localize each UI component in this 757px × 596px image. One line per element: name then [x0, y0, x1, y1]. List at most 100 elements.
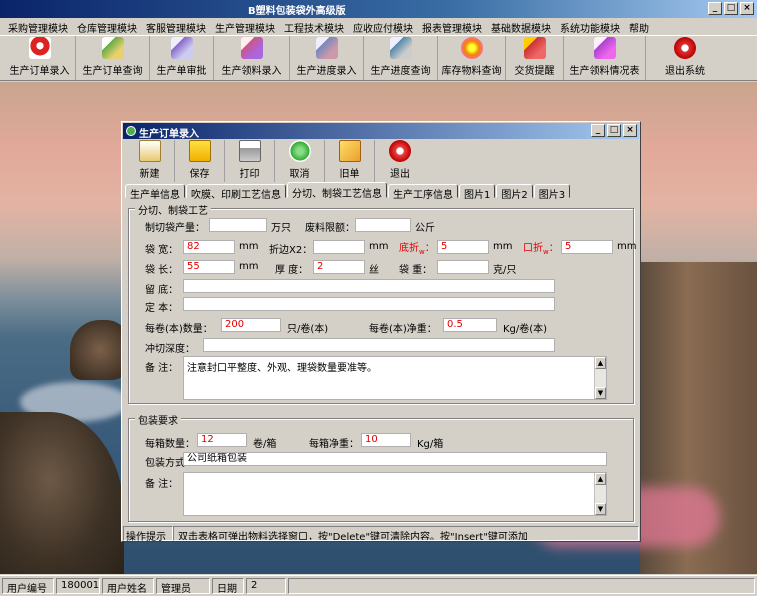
minimize-button[interactable]: _ — [708, 2, 722, 15]
retain-bottom-input[interactable] — [183, 279, 555, 293]
pack-method-input[interactable]: 公司纸箱包装 — [183, 452, 607, 466]
fixed-label: 定 本： — [145, 303, 179, 314]
order-entry-window: 生产订单录入 _ □ × 新建 保存 打印 取消 旧单 退出 生产单信息 吹膜、… — [121, 121, 641, 543]
bottom-fold-input[interactable]: 5 — [437, 240, 489, 254]
remarks-label: 备 注： — [145, 363, 179, 374]
cut-output-unit: 万只 — [271, 223, 291, 234]
bag-length-unit: mm — [239, 261, 259, 272]
packaging-group: 包装要求 每箱数量： 12 卷/箱 每箱净重： 10 Kg/箱 包装方式： 公司… — [128, 412, 634, 522]
cancel-button[interactable]: 取消 — [275, 140, 325, 182]
menu-purchase[interactable]: 采购管理模块 — [4, 18, 73, 35]
tab-process-info[interactable]: 生产工序信息 — [388, 184, 458, 201]
child-window-controls: _ □ × — [591, 124, 637, 137]
old-order-button[interactable]: 旧单 — [325, 140, 375, 182]
menu-base-data[interactable]: 基础数据模块 — [487, 18, 556, 35]
fixed-input[interactable] — [183, 297, 555, 311]
power-icon — [674, 37, 696, 59]
per-box-qty-label: 每箱数量： — [145, 439, 195, 450]
cut-output-label: 制切袋产量： — [145, 223, 205, 234]
toolbar-material-report-button[interactable]: 生产领料情况表 — [564, 36, 646, 80]
per-box-weight-input[interactable]: 10 — [361, 433, 411, 447]
tab-strip: 生产单信息 吹膜、印刷工艺信息 分切、制袋工艺信息 生产工序信息 图片1 图片2… — [125, 182, 571, 201]
per-roll-qty-input[interactable]: 200 — [221, 318, 281, 332]
status-filler — [288, 578, 755, 594]
undo-icon — [288, 140, 311, 162]
child-toolbar: 新建 保存 打印 取消 旧单 退出 — [125, 140, 637, 182]
tab-image-2[interactable]: 图片2 — [496, 184, 533, 201]
scroll-down-icon[interactable]: ▼ — [595, 387, 606, 399]
toolbar-exit-button[interactable]: 退出系统 — [646, 36, 724, 80]
exit-button[interactable]: 退出 — [375, 140, 425, 182]
tab-image-1[interactable]: 图片1 — [459, 184, 496, 201]
material-icon — [240, 37, 263, 59]
fold-input[interactable] — [313, 240, 365, 254]
menu-customer-service[interactable]: 客服管理模块 — [142, 18, 211, 35]
hint-text: 双击表格可弹出物料选择窗口，按"Delete"键可清除内容。按"Insert"键… — [173, 526, 639, 541]
toolbar-order-entry-button[interactable]: 生产订单录入 — [4, 36, 76, 80]
main-toolbar: 生产订单录入 生产订单查询 生产单审批 生产领料录入 生产进度录入 生产进度查询… — [0, 35, 757, 81]
menu-production[interactable]: 生产管理模块 — [211, 18, 280, 35]
per-roll-weight-input[interactable]: 0.5 — [443, 318, 497, 332]
scrap-limit-input[interactable] — [355, 218, 411, 232]
flower-icon — [460, 37, 483, 59]
exit-icon — [389, 140, 411, 162]
tab-blowing-printing[interactable]: 吹膜、印刷工艺信息 — [186, 184, 286, 201]
mouth-fold-input[interactable]: 5 — [561, 240, 613, 254]
pack-remarks-scrollbar[interactable]: ▲ ▼ — [594, 473, 606, 515]
cutting-group-title: 分切、制袋工艺 — [135, 202, 211, 217]
cut-output-input[interactable] — [209, 218, 267, 232]
child-minimize-button[interactable]: _ — [591, 124, 605, 137]
toolbar-progress-entry-button[interactable]: 生产进度录入 — [290, 36, 364, 80]
child-maximize-button[interactable]: □ — [607, 124, 621, 137]
toolbar-order-query-button[interactable]: 生产订单查询 — [76, 36, 150, 80]
bag-length-label: 袋 长： — [145, 265, 179, 276]
thickness-input[interactable]: 2 — [313, 260, 365, 274]
menu-help[interactable]: 帮助 — [625, 18, 654, 35]
child-close-button[interactable]: × — [623, 124, 637, 137]
remarks-memo[interactable]: 注意封口平整度、外观、理袋数量要准等。 ▲ ▼ — [183, 356, 607, 400]
bottom-fold-sub: w — [419, 248, 425, 256]
tab-order-info[interactable]: 生产单信息 — [125, 184, 185, 201]
scroll-down-icon[interactable]: ▼ — [595, 503, 606, 515]
menu-receivable-payable[interactable]: 应收应付模块 — [349, 18, 418, 35]
menu-reports[interactable]: 报表管理模块 — [418, 18, 487, 35]
scroll-up-icon[interactable]: ▲ — [595, 357, 606, 369]
punch-depth-input[interactable] — [203, 338, 555, 352]
print-button[interactable]: 打印 — [225, 140, 275, 182]
pack-remarks-memo[interactable]: ▲ ▼ — [183, 472, 607, 516]
per-box-weight-unit: Kg/箱 — [417, 439, 444, 450]
per-box-qty-input[interactable]: 12 — [197, 433, 247, 447]
date-value: 2 — [246, 578, 286, 594]
window-icon — [126, 126, 136, 136]
toolbar-material-entry-button[interactable]: 生产领料录入 — [214, 36, 290, 80]
bag-width-input[interactable]: 82 — [183, 240, 235, 254]
status-bar: 用户编号 180001 用户姓名 管理员 日期 2 — [0, 575, 757, 596]
scroll-up-icon[interactable]: ▲ — [595, 473, 606, 485]
remarks-text: 注意封口平整度、外观、理袋数量要准等。 — [187, 363, 377, 374]
approve-icon — [170, 37, 193, 59]
new-button[interactable]: 新建 — [125, 140, 175, 182]
tab-image-3[interactable]: 图片3 — [533, 184, 571, 201]
close-button[interactable]: × — [740, 2, 754, 15]
toolbar-approval-button[interactable]: 生产单审批 — [150, 36, 214, 80]
child-titlebar: 生产订单录入 _ □ × — [123, 123, 639, 140]
progress-search-icon — [389, 37, 412, 59]
toolbar-progress-query-button[interactable]: 生产进度查询 — [364, 36, 438, 80]
menu-system[interactable]: 系统功能模块 — [556, 18, 625, 35]
per-roll-qty-unit: 只/卷(本) — [287, 324, 329, 335]
save-button[interactable]: 保存 — [175, 140, 225, 182]
bag-weight-input[interactable] — [437, 260, 489, 274]
document-search-icon — [101, 37, 124, 59]
tab-cutting-bagging[interactable]: 分切、制袋工艺信息 — [287, 182, 387, 200]
scrap-limit-unit: 公斤 — [415, 223, 435, 234]
maximize-button[interactable]: □ — [724, 2, 738, 15]
thickness-label: 厚 度： — [275, 265, 309, 276]
menu-engineering[interactable]: 工程技术模块 — [280, 18, 349, 35]
printer-icon — [238, 140, 261, 162]
menu-warehouse[interactable]: 仓库管理模块 — [73, 18, 142, 35]
menubar: 采购管理模块 仓库管理模块 客服管理模块 生产管理模块 工程技术模块 应收应付模… — [0, 18, 757, 35]
toolbar-delivery-reminder-button[interactable]: 交货提醒 — [506, 36, 564, 80]
toolbar-stock-query-button[interactable]: 库存物料查询 — [438, 36, 506, 80]
bag-length-input[interactable]: 55 — [183, 260, 235, 274]
remarks-scrollbar[interactable]: ▲ ▼ — [594, 357, 606, 399]
